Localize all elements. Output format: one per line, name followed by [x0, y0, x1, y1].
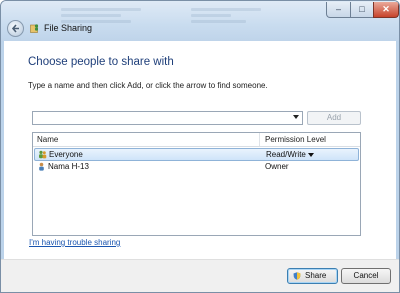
trouble-sharing-link[interactable]: I'm having trouble sharing — [29, 238, 120, 247]
minimize-icon: – — [335, 4, 341, 14]
title-bar: File Sharing – □ ✕ — [1, 1, 399, 41]
add-button[interactable]: Add — [307, 111, 361, 125]
close-button[interactable]: ✕ — [373, 2, 399, 18]
permission-value[interactable]: Read/Write — [266, 150, 306, 159]
share-button[interactable]: Share — [287, 268, 338, 284]
dialog-content: Choose people to share with Type a name … — [4, 41, 396, 259]
maximize-button[interactable]: □ — [350, 2, 374, 18]
permission-dropdown-icon[interactable] — [308, 153, 314, 157]
close-icon: ✕ — [382, 4, 390, 14]
minimize-button[interactable]: – — [326, 2, 351, 18]
maximize-icon: □ — [359, 4, 365, 14]
list-item-name: Everyone — [49, 150, 83, 159]
file-sharing-icon — [30, 24, 39, 33]
user-icon — [39, 162, 44, 171]
list-item-everyone[interactable]: Everyone Read/Write — [34, 148, 359, 161]
dropdown-arrow-icon[interactable] — [293, 115, 299, 119]
back-button[interactable] — [7, 20, 24, 37]
shield-icon — [293, 272, 301, 280]
list-item-name: Nama H-13 — [48, 162, 89, 171]
list-header: Name Permission Level — [33, 133, 360, 147]
group-icon — [39, 150, 47, 159]
instruction-text: Type a name and then click Add, or click… — [28, 81, 268, 90]
list-item-owner[interactable]: Nama H-13 Owner — [34, 161, 359, 172]
name-combobox[interactable] — [32, 111, 303, 125]
sharing-list[interactable]: Name Permission Level Everyone Read/Writ… — [32, 132, 361, 236]
permission-value: Owner — [265, 162, 289, 171]
column-header-permission[interactable]: Permission Level — [265, 135, 326, 144]
cancel-button[interactable]: Cancel — [341, 268, 391, 284]
background-ghost — [191, 5, 311, 27]
share-button-label: Share — [305, 271, 327, 280]
back-arrow-icon — [11, 24, 19, 33]
dialog-footer: Share Cancel — [1, 259, 399, 292]
column-divider[interactable] — [259, 133, 260, 146]
file-sharing-window: File Sharing – □ ✕ Choose people to shar… — [0, 0, 400, 293]
window-title: File Sharing — [44, 23, 93, 33]
column-header-name[interactable]: Name — [37, 135, 58, 144]
page-title: Choose people to share with — [28, 56, 174, 68]
